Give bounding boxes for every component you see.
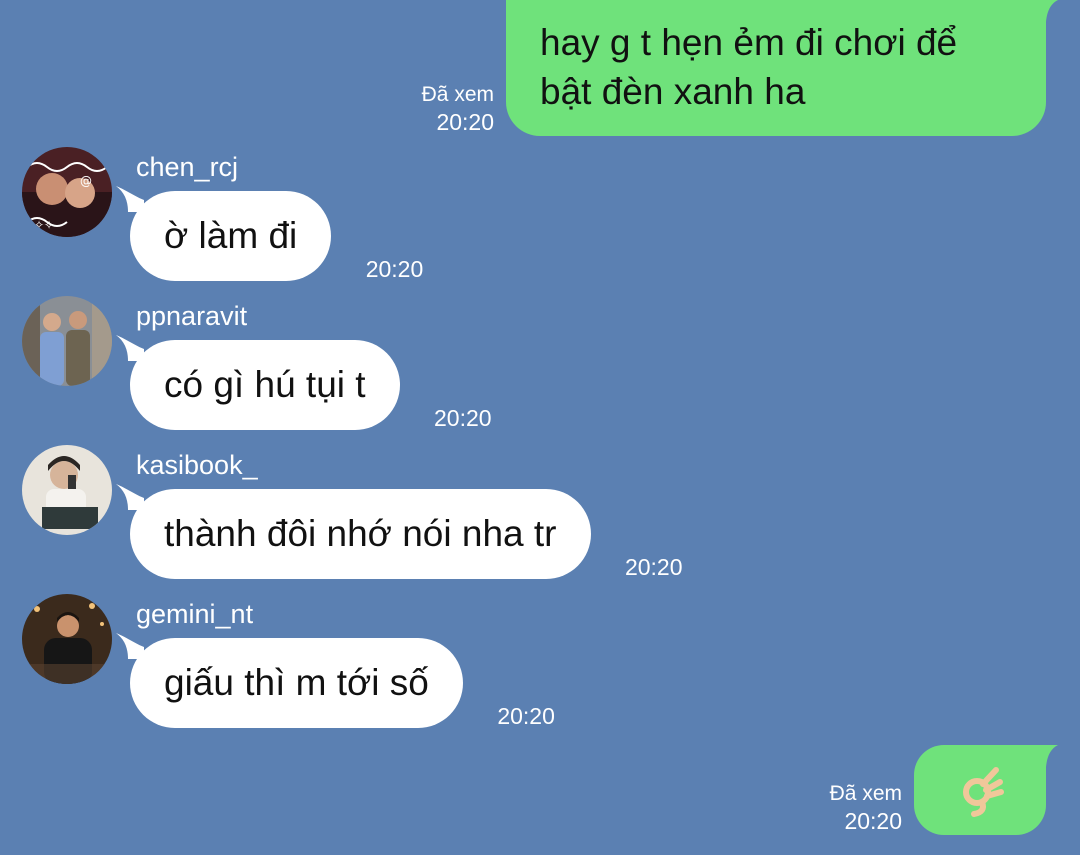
ok-hand-icon xyxy=(963,767,1004,817)
sender-username[interactable]: gemini_nt xyxy=(136,598,253,630)
avatar-gemini-icon xyxy=(22,594,112,684)
incoming-bubble[interactable]: có gì hú tụi t 20:20 xyxy=(116,335,492,431)
bubble-tail-icon xyxy=(1034,745,1058,767)
message-time: 20:20 xyxy=(365,256,424,282)
message-time: 20:20 xyxy=(434,405,492,431)
sender-username[interactable]: kasibook_ xyxy=(136,449,258,481)
svg-text:@: @ xyxy=(80,174,92,188)
bubble-tail-icon xyxy=(116,335,144,361)
message-time: 20:20 xyxy=(624,554,683,580)
message-text: giấu thì m tới số xyxy=(164,662,429,703)
bubble-tail-icon xyxy=(116,633,144,659)
message-text: thành đôi nhớ nói nha tr xyxy=(164,513,557,554)
avatar[interactable] xyxy=(22,594,112,684)
outgoing-message: Đã xem 20:20 hay g t hẹn ẻm đi chơi để b… xyxy=(422,0,1058,136)
message-text: hay g t hẹn ẻm đi chơi để bật đèn xanh h… xyxy=(540,22,958,112)
incoming-bubble[interactable]: giấu thì m tới số 20:20 xyxy=(116,633,555,729)
message-time: 20:20 xyxy=(844,808,902,834)
incoming-message: ppnaravit có gì hú tụi t 20:20 xyxy=(22,296,502,436)
read-receipt: Đã xem xyxy=(829,782,902,805)
incoming-message: @ ✧✧ chen_rcj ờ làm đi 20:20 xyxy=(22,147,423,287)
avatar[interactable]: @ ✧✧ xyxy=(22,147,112,237)
bubble-tail-icon xyxy=(116,186,144,212)
message-time: 20:20 xyxy=(497,703,555,729)
incoming-message: kasibook_ thành đôi nhớ nói nha tr 20:20 xyxy=(22,445,712,585)
bubble-tail-icon xyxy=(116,484,144,510)
incoming-message: gemini_nt giấu thì m tới số 20:20 xyxy=(22,594,572,734)
bubble-tail-icon xyxy=(1034,0,1058,22)
sender-username[interactable]: ppnaravit xyxy=(136,300,247,332)
message-meta: Đã xem 20:20 xyxy=(830,781,902,835)
avatar[interactable] xyxy=(22,296,112,386)
sender-username[interactable]: chen_rcj xyxy=(136,151,238,183)
avatar-ppnaravit-icon xyxy=(22,296,112,386)
outgoing-bubble[interactable] xyxy=(914,745,1058,835)
outgoing-bubble[interactable]: hay g t hẹn ẻm đi chơi để bật đèn xanh h… xyxy=(506,0,1058,136)
outgoing-message: Đã xem 20:20 xyxy=(830,745,1058,835)
message-text: có gì hú tụi t xyxy=(164,364,366,405)
message-meta: Đã xem 20:20 xyxy=(422,82,494,136)
avatar[interactable] xyxy=(22,445,112,535)
avatar-chen-icon: @ ✧✧ xyxy=(22,147,112,237)
avatar-kasibook-icon xyxy=(22,445,112,535)
incoming-bubble[interactable]: thành đôi nhớ nói nha tr 20:20 xyxy=(116,484,683,580)
svg-text:✧✧: ✧✧ xyxy=(34,218,54,232)
message-text: ờ làm đi xyxy=(164,215,298,256)
message-time: 20:20 xyxy=(436,109,494,135)
chat-log: Đã xem 20:20 hay g t hẹn ẻm đi chơi để b… xyxy=(0,0,1080,855)
incoming-bubble[interactable]: ờ làm đi 20:20 xyxy=(116,186,423,282)
read-receipt: Đã xem xyxy=(421,83,494,106)
